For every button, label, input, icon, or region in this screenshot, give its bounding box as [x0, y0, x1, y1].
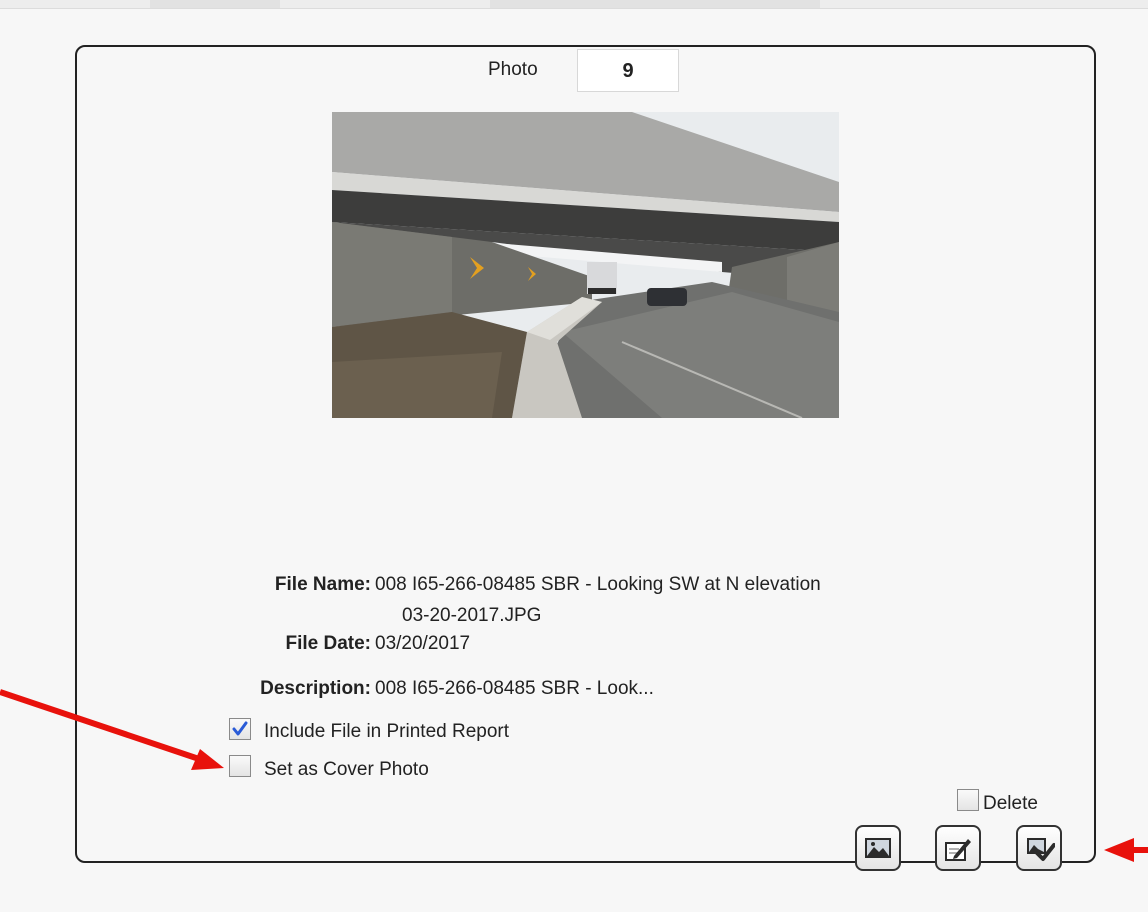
delete-label[interactable]: Delete: [983, 793, 1038, 815]
description-label: Description:: [260, 678, 371, 699]
set-cover-photo-checkbox[interactable]: [229, 755, 251, 777]
view-image-icon: [865, 838, 891, 858]
checkmark-icon: [232, 721, 248, 736]
set-cover-photo-label[interactable]: Set as Cover Photo: [264, 759, 429, 781]
include-in-report-checkbox[interactable]: [229, 718, 251, 740]
delete-checkbox[interactable]: [957, 789, 979, 811]
file-date-value: 03/20/2017: [375, 633, 471, 654]
photo-number-field[interactable]: 9: [577, 49, 679, 92]
file-name-value: 008 I65-266-08485 SBR - Looking SW at N …: [375, 574, 821, 595]
approve-icon: [1027, 838, 1055, 861]
photo-thumbnail[interactable]: [332, 112, 839, 418]
tab-hint: [490, 0, 820, 8]
file-name-value-line2: 03-20-2017.JPG: [402, 605, 542, 626]
include-in-report-label[interactable]: Include File in Printed Report: [264, 721, 509, 743]
top-strip: [0, 0, 1148, 9]
file-name-label: File Name:: [274, 574, 371, 595]
edit-icon: [945, 839, 971, 861]
approve-button[interactable]: [1016, 825, 1062, 871]
view-image-button[interactable]: [855, 825, 901, 871]
tab-hint: [150, 0, 280, 8]
overpass-photo-image: [332, 112, 839, 418]
description-value: 008 I65-266-08485 SBR - Look...: [375, 678, 654, 699]
annotation-arrow-right-head: [1104, 838, 1134, 862]
photo-label: Photo: [488, 59, 538, 80]
file-date-label: File Date:: [285, 633, 371, 654]
edit-button[interactable]: [935, 825, 981, 871]
